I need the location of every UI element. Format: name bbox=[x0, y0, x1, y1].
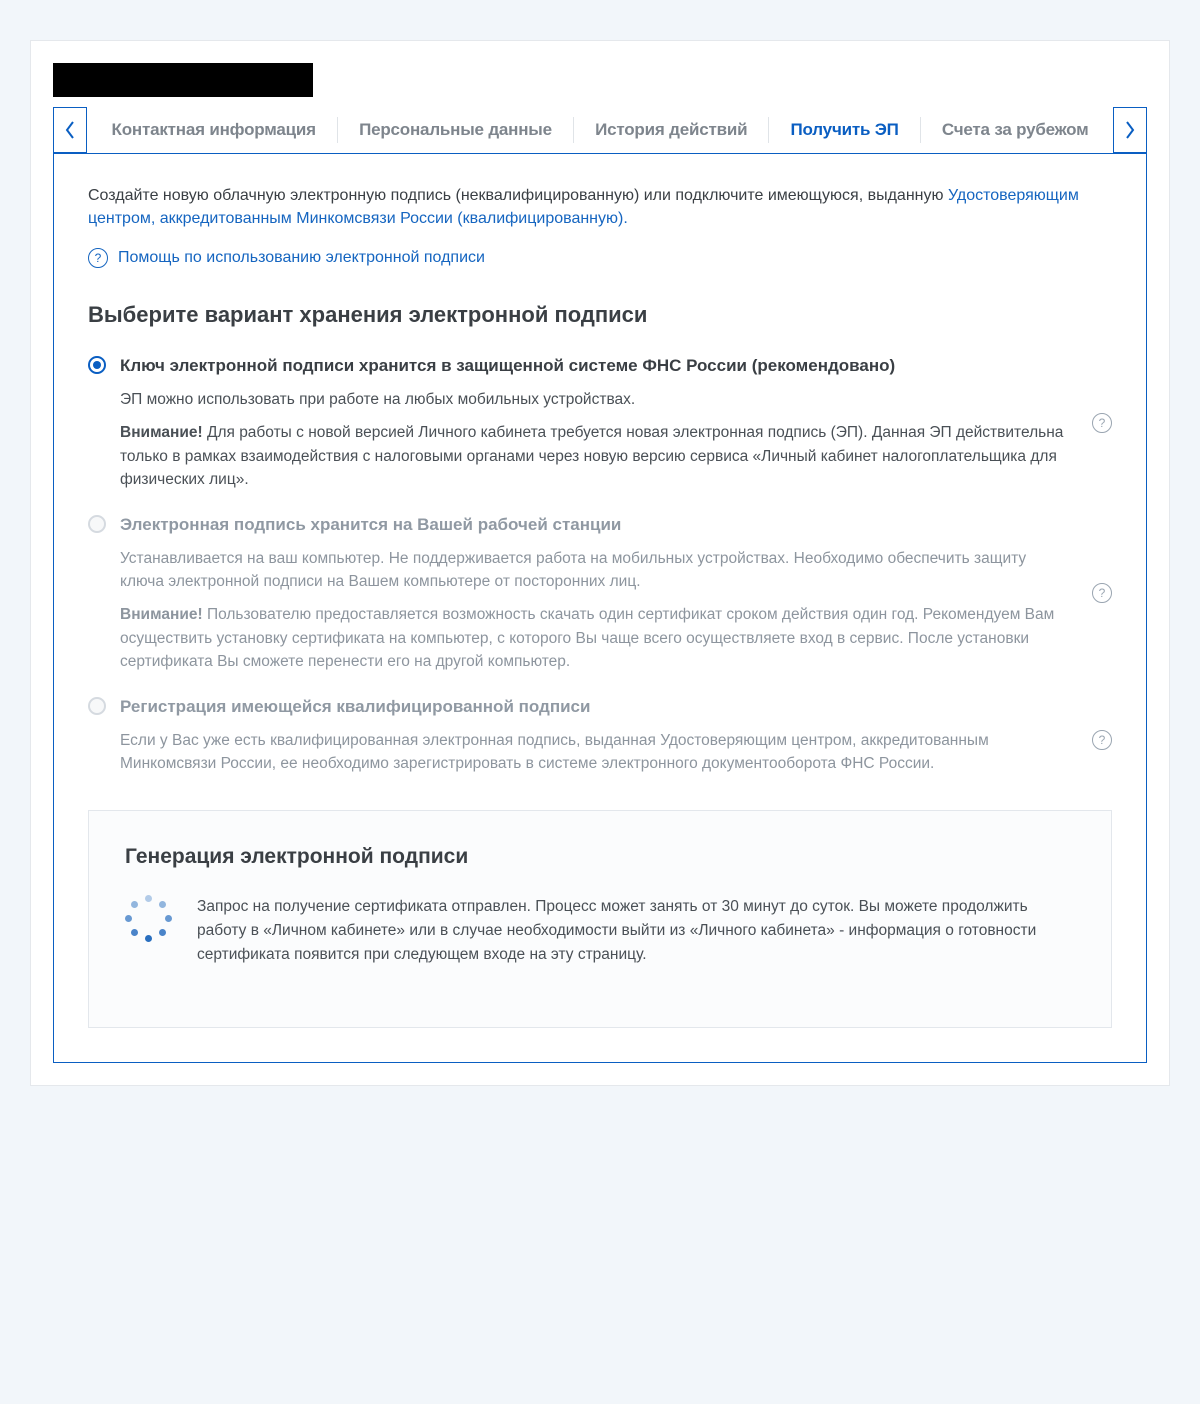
storage-option-fns: Ключ электронной подписи хранится в защи… bbox=[88, 354, 1112, 491]
tab-separator bbox=[920, 117, 921, 143]
tab-contact-info[interactable]: Контактная информация bbox=[104, 108, 324, 152]
redacted-name bbox=[53, 63, 313, 97]
spinner-icon bbox=[125, 895, 173, 943]
option-body: Электронная подпись хранится на Вашей ра… bbox=[120, 513, 1072, 673]
tabs: Контактная информация Персональные данны… bbox=[87, 107, 1113, 153]
intro-text: Создайте новую облачную электронную подп… bbox=[88, 184, 1112, 230]
tab-personal-data[interactable]: Персональные данные bbox=[351, 108, 560, 152]
option-warning: Внимание! Пользователю предоставляется в… bbox=[120, 603, 1072, 673]
question-icon: ? bbox=[1092, 583, 1112, 603]
warn-label: Внимание! bbox=[120, 606, 203, 623]
option-help[interactable]: ? bbox=[1092, 583, 1112, 603]
help-icon[interactable]: ? bbox=[88, 248, 108, 268]
storage-option-workstation: Электронная подпись хранится на Вашей ра… bbox=[88, 513, 1112, 673]
option-title: Ключ электронной подписи хранится в защи… bbox=[120, 354, 1072, 378]
option-body: Регистрация имеющейся квалифицированной … bbox=[120, 695, 1072, 785]
question-icon: ? bbox=[1092, 413, 1112, 433]
question-icon: ? bbox=[1092, 730, 1112, 750]
warn-text: Пользователю предоставляется возможность… bbox=[120, 606, 1054, 670]
chevron-right-icon bbox=[1124, 120, 1136, 140]
help-link[interactable]: Помощь по использованию электронной подп… bbox=[118, 249, 485, 267]
tabs-row: Контактная информация Персональные данны… bbox=[31, 107, 1169, 153]
radio-workstation bbox=[88, 515, 106, 533]
option-help[interactable]: ? bbox=[1092, 730, 1112, 750]
tabs-next-button[interactable] bbox=[1113, 107, 1147, 153]
option-desc: ЭП можно использовать при работе на любы… bbox=[120, 388, 1072, 411]
intro-prefix: Создайте новую облачную электронную подп… bbox=[88, 187, 948, 204]
tabs-prev-button[interactable] bbox=[53, 107, 87, 153]
option-desc: Устанавливается на ваш компьютер. Не под… bbox=[120, 547, 1072, 594]
content-frame: Создайте новую облачную электронную подп… bbox=[53, 153, 1147, 1063]
tab-get-signature[interactable]: Получить ЭП bbox=[783, 108, 907, 152]
radio-existing bbox=[88, 697, 106, 715]
generation-body: Запрос на получение сертификата отправле… bbox=[125, 895, 1075, 967]
help-row: ? Помощь по использованию электронной по… bbox=[88, 248, 1112, 268]
warn-text: Для работы с новой версией Личного кабин… bbox=[120, 424, 1063, 488]
tab-history[interactable]: История действий bbox=[587, 108, 755, 152]
generation-text: Запрос на получение сертификата отправле… bbox=[197, 895, 1075, 967]
radio-fns[interactable] bbox=[88, 356, 106, 374]
main-card: Контактная информация Персональные данны… bbox=[30, 40, 1170, 1086]
masthead bbox=[31, 41, 1169, 107]
generation-panel: Генерация электронной подписи Запрос на … bbox=[88, 810, 1112, 1028]
warn-label: Внимание! bbox=[120, 424, 203, 441]
tab-separator bbox=[573, 117, 574, 143]
option-title: Электронная подпись хранится на Вашей ра… bbox=[120, 513, 1072, 537]
tab-foreign-accounts[interactable]: Счета за рубежом bbox=[934, 108, 1097, 152]
option-desc: Если у Вас уже есть квалифицированная эл… bbox=[120, 729, 1072, 776]
tab-separator bbox=[337, 117, 338, 143]
generation-title: Генерация электронной подписи bbox=[125, 845, 1075, 869]
option-help[interactable]: ? bbox=[1092, 413, 1112, 433]
chevron-left-icon bbox=[64, 120, 76, 140]
option-title: Регистрация имеющейся квалифицированной … bbox=[120, 695, 1072, 719]
section-title: Выберите вариант хранения электронной по… bbox=[88, 302, 1112, 328]
option-warning: Внимание! Для работы с новой версией Лич… bbox=[120, 421, 1072, 491]
tab-separator bbox=[768, 117, 769, 143]
storage-option-existing: Регистрация имеющейся квалифицированной … bbox=[88, 695, 1112, 785]
option-body: Ключ электронной подписи хранится в защи… bbox=[120, 354, 1072, 491]
